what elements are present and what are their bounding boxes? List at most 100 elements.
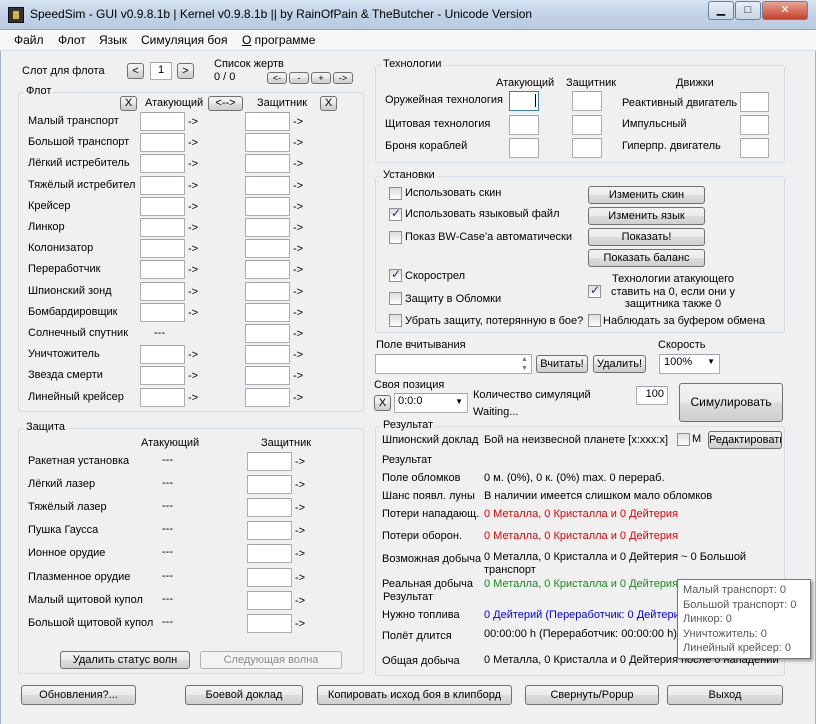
defender-defense-input[interactable] <box>247 498 292 517</box>
show-balance-button[interactable]: Показать баланс <box>588 249 705 267</box>
possible-plunder-value: 0 Металла, 0 Кристалла и 0 Дейтерия ~ 0 … <box>484 551 747 563</box>
menu-language[interactable]: Язык <box>99 33 127 47</box>
speed-select[interactable]: 100% ▼ <box>659 354 720 374</box>
slot-prev-button[interactable]: < <box>127 63 144 79</box>
attacker-ship-input[interactable] <box>140 197 185 216</box>
defender-defense-input[interactable] <box>247 591 292 610</box>
impulse-input[interactable] <box>740 115 769 135</box>
defender-ship-input[interactable] <box>245 197 290 216</box>
use-lang-checkbox[interactable] <box>389 206 402 221</box>
menu-fleet[interactable]: Флот <box>58 33 86 47</box>
edit-button[interactable]: Редактировать <box>708 431 782 449</box>
victims-minus-button[interactable]: - <box>289 72 309 84</box>
victims-prev-button[interactable]: <- <box>267 72 287 84</box>
defender-ship-input[interactable] <box>245 282 290 301</box>
show-button[interactable]: Показать! <box>588 228 705 246</box>
menu-file[interactable]: Файл <box>14 33 44 47</box>
clear-defender-button[interactable]: X <box>320 96 337 111</box>
minimize-button[interactable]: ▁ <box>708 1 734 20</box>
attacker-none: --- <box>154 327 165 339</box>
show-bw-checkbox[interactable] <box>389 231 402 244</box>
defender-arrow: -> <box>295 595 306 607</box>
defender-defense-input[interactable] <box>247 452 292 471</box>
defender-ship-input[interactable] <box>245 303 290 322</box>
rapidfire-checkbox[interactable] <box>389 267 402 282</box>
minimize-popup-button[interactable]: Свернуть/Popup <box>525 685 659 705</box>
monitor-clip-checkbox[interactable] <box>588 314 601 327</box>
defender-defense-input[interactable] <box>247 544 292 563</box>
slot-next-button[interactable]: > <box>177 63 194 79</box>
remove-def-checkbox[interactable] <box>389 314 402 327</box>
maximize-button[interactable]: □ <box>735 1 761 20</box>
defender-ship-input[interactable] <box>245 112 290 131</box>
attacker-ship-input[interactable] <box>140 282 185 301</box>
result-subgroup-title: Результат <box>381 591 436 603</box>
use-skin-checkbox[interactable] <box>389 187 402 200</box>
simulate-button[interactable]: Симулировать <box>679 383 783 422</box>
att-weapons-input[interactable] <box>509 91 539 111</box>
copy-result-button[interactable]: Копировать исход боя в клипборд <box>317 685 512 705</box>
real-plunder-label: Реальная добыча <box>382 578 474 590</box>
defender-defense-input[interactable] <box>247 475 292 494</box>
exit-button[interactable]: Выход <box>667 685 783 705</box>
attacker-ship-input[interactable] <box>140 133 185 152</box>
tech-zero-checkbox[interactable] <box>588 283 601 298</box>
close-button[interactable]: ✕ <box>762 1 808 20</box>
read-field-input[interactable] <box>375 354 532 374</box>
ship-label: Шпионский зонд <box>28 285 112 297</box>
menu-about[interactable]: О программе <box>242 33 315 47</box>
defender-defense-input[interactable] <box>247 614 292 633</box>
attacker-ship-input[interactable] <box>140 260 185 279</box>
defender-ship-input[interactable] <box>245 176 290 195</box>
defender-ship-input[interactable] <box>245 239 290 258</box>
attacker-ship-input[interactable] <box>140 366 185 385</box>
att-shields-input[interactable] <box>509 115 539 135</box>
next-wave-button[interactable]: Следующая волна <box>200 651 342 669</box>
defender-defense-input[interactable] <box>247 521 292 540</box>
attacker-ship-input[interactable] <box>140 176 185 195</box>
def-armor-input[interactable] <box>572 138 602 158</box>
clear-attacker-button[interactable]: X <box>120 96 137 111</box>
m-checkbox[interactable] <box>677 433 690 446</box>
attacker-ship-input[interactable] <box>140 388 185 407</box>
defender-ship-input[interactable] <box>245 218 290 237</box>
menu-bar: Файл Флот Язык Симуляция боя О программе <box>0 30 816 51</box>
title-bar[interactable]: SpeedSim - GUI v0.9.8.1b | Kernel v0.9.8… <box>0 0 816 30</box>
attacker-ship-input[interactable] <box>140 218 185 237</box>
clear-position-button[interactable]: X <box>374 395 391 411</box>
defender-ship-input[interactable] <box>245 133 290 152</box>
attacker-ship-input[interactable] <box>140 154 185 173</box>
updates-button[interactable]: Обновления?... <box>21 685 136 705</box>
defender-defense-input[interactable] <box>247 568 292 587</box>
defender-ship-input[interactable] <box>245 260 290 279</box>
def-weapons-input[interactable] <box>572 91 602 111</box>
attacker-ship-input[interactable] <box>140 345 185 364</box>
combustion-input[interactable] <box>740 92 769 112</box>
victims-next-button[interactable]: -> <box>333 72 353 84</box>
victims-plus-button[interactable]: + <box>311 72 331 84</box>
change-lang-button[interactable]: Изменить язык <box>588 207 705 225</box>
att-armor-input[interactable] <box>509 138 539 158</box>
hyperspace-input[interactable] <box>740 138 769 158</box>
read-button[interactable]: Вчитать! <box>536 355 588 373</box>
delete-button[interactable]: Удалить! <box>593 355 646 373</box>
attacker-ship-input[interactable] <box>140 112 185 131</box>
position-select[interactable]: 0:0:0 ▼ <box>394 393 468 413</box>
battle-report-button[interactable]: Боевой доклад <box>185 685 303 705</box>
def-debris-checkbox[interactable] <box>389 292 402 305</box>
defender-ship-input[interactable] <box>245 154 290 173</box>
sim-count-input[interactable]: 100 <box>636 386 668 405</box>
defender-ship-input[interactable] <box>245 388 290 407</box>
defender-ship-input[interactable] <box>245 345 290 364</box>
swap-fleets-button[interactable]: <--> <box>208 96 243 111</box>
read-field-spinner-icon[interactable]: ▲ ▼ <box>518 355 531 373</box>
defender-ship-input[interactable] <box>245 366 290 385</box>
menu-simulation[interactable]: Симуляция боя <box>141 33 227 47</box>
defender-ship-input[interactable] <box>245 324 290 343</box>
def-shields-input[interactable] <box>572 115 602 135</box>
attacker-ship-input[interactable] <box>140 239 185 258</box>
change-skin-button[interactable]: Изменить скин <box>588 186 705 204</box>
slot-input[interactable]: 1 <box>150 62 172 80</box>
delete-wave-button[interactable]: Удалить статус волн <box>60 651 190 669</box>
attacker-ship-input[interactable] <box>140 303 185 322</box>
